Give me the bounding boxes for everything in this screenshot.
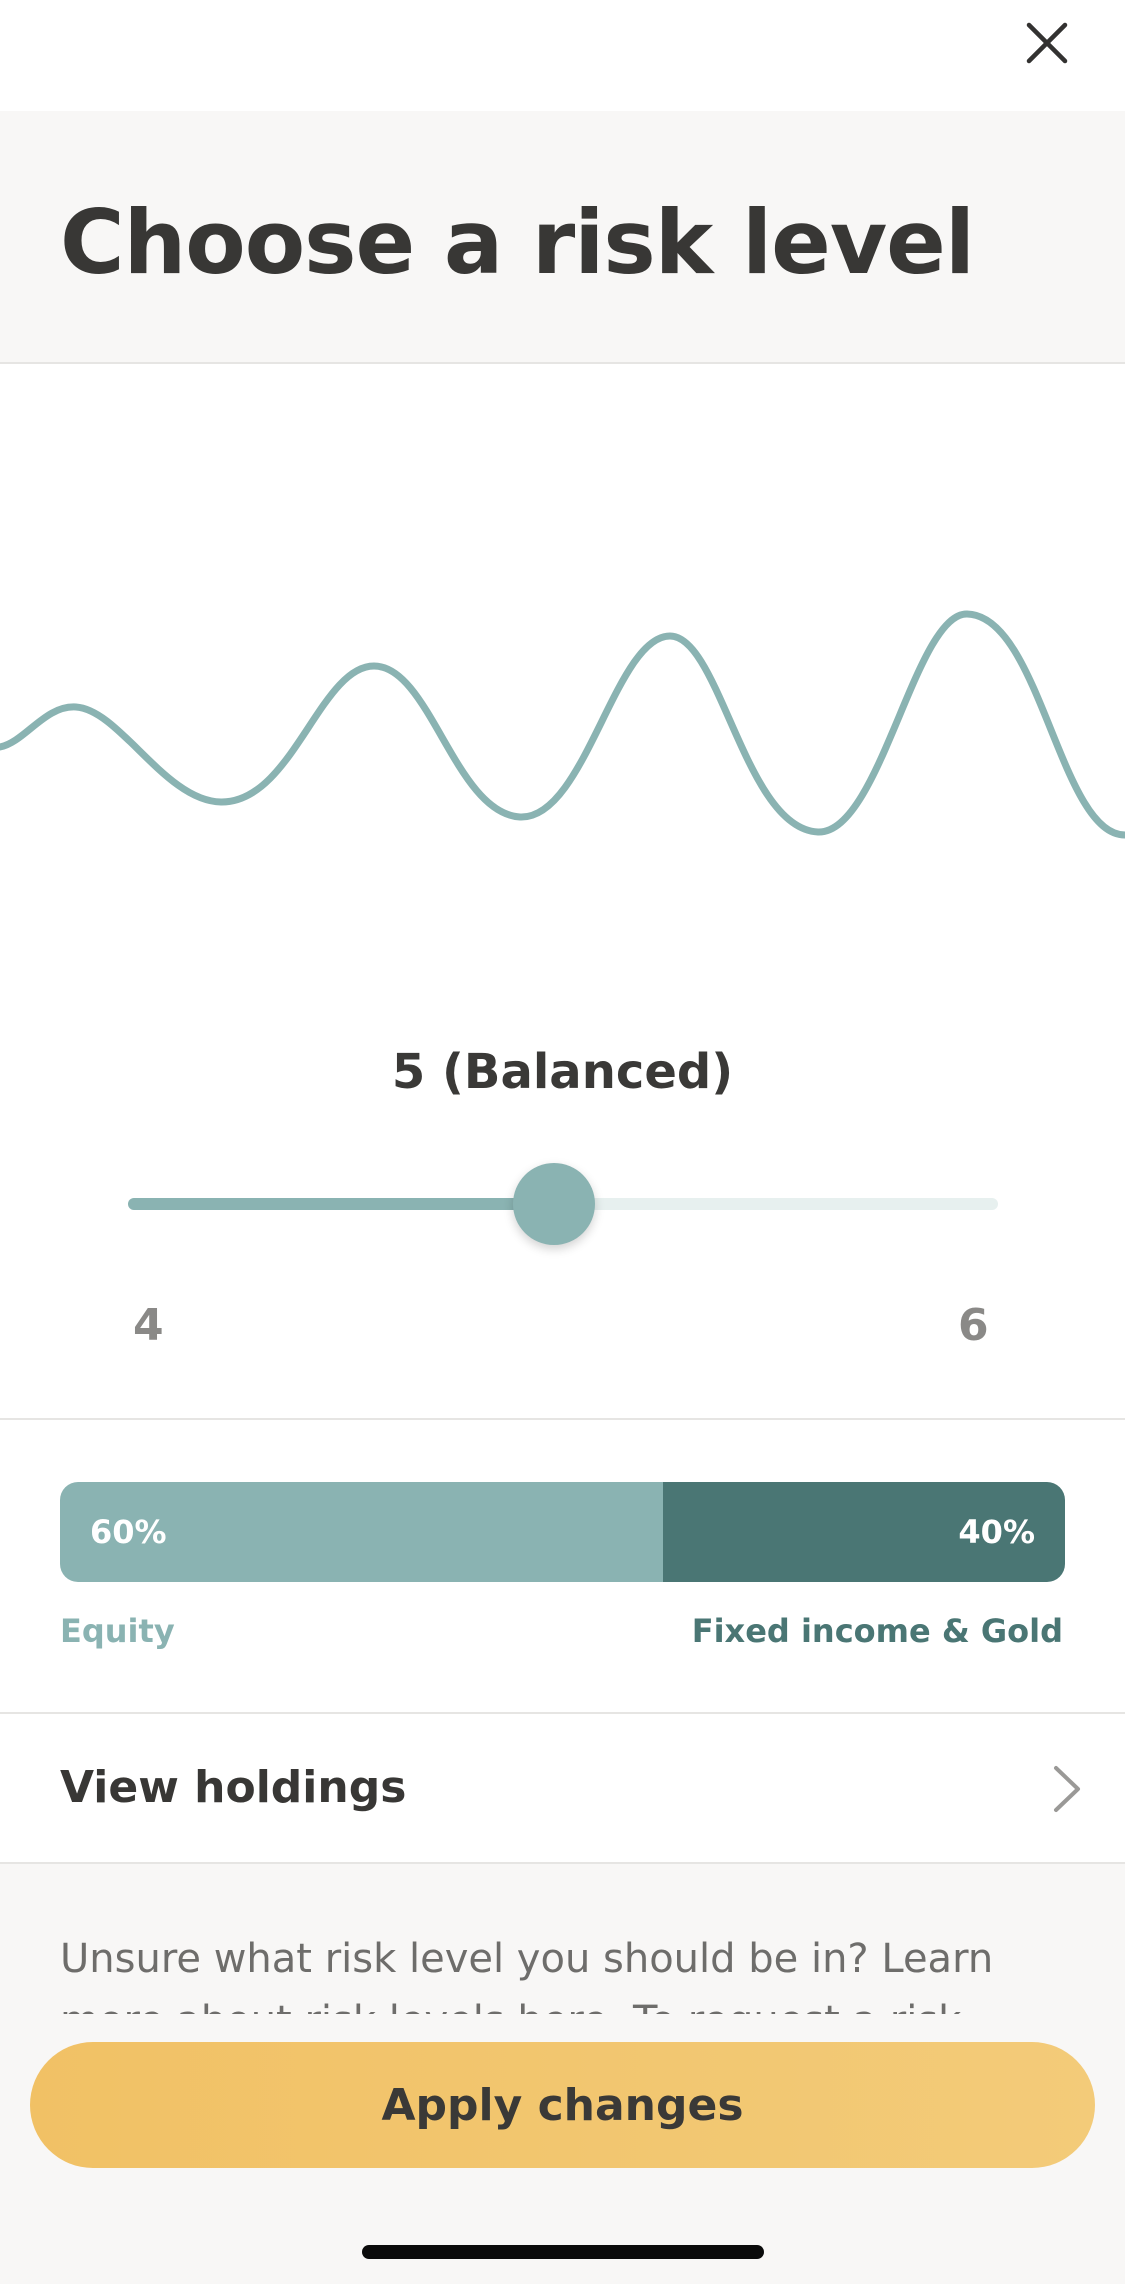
fixed-income-label: Fixed income & Gold — [691, 1612, 1063, 1650]
risk-volatility-wave — [0, 610, 1125, 839]
risk-level-label: 5 (Balanced) — [391, 1044, 734, 1100]
risk-slider[interactable] — [128, 1160, 998, 1246]
fixed-income-segment: 40% — [663, 1482, 1065, 1582]
close-icon — [1026, 22, 1068, 64]
slider-min-label: 4 — [133, 1300, 164, 1351]
chevron-right-icon — [1054, 1766, 1080, 1812]
risk-info-text: Unsure what risk level you should be in?… — [60, 1936, 994, 2014]
slider-max-label: 6 — [958, 1300, 989, 1351]
wave-line — [0, 610, 1125, 839]
equity-percent: 60% — [90, 1513, 167, 1551]
home-indicator — [362, 2245, 764, 2259]
equity-segment: 60% — [60, 1482, 663, 1582]
top-bar — [0, 0, 1125, 111]
view-holdings-row[interactable]: View holdings — [0, 1714, 1125, 1862]
apply-changes-button[interactable]: Apply changes — [30, 2042, 1095, 2168]
slider-fill — [128, 1198, 554, 1210]
allocation-bar: 60% 40% — [60, 1482, 1065, 1582]
section-divider — [0, 1418, 1125, 1420]
page-title: Choose a risk level — [60, 191, 975, 294]
close-button[interactable] — [1016, 12, 1078, 74]
page-header: Choose a risk level — [0, 111, 1125, 364]
view-holdings-label: View holdings — [60, 1762, 407, 1813]
equity-label: Equity — [60, 1612, 175, 1650]
slider-thumb[interactable] — [513, 1163, 595, 1245]
fixed-income-percent: 40% — [958, 1513, 1035, 1551]
